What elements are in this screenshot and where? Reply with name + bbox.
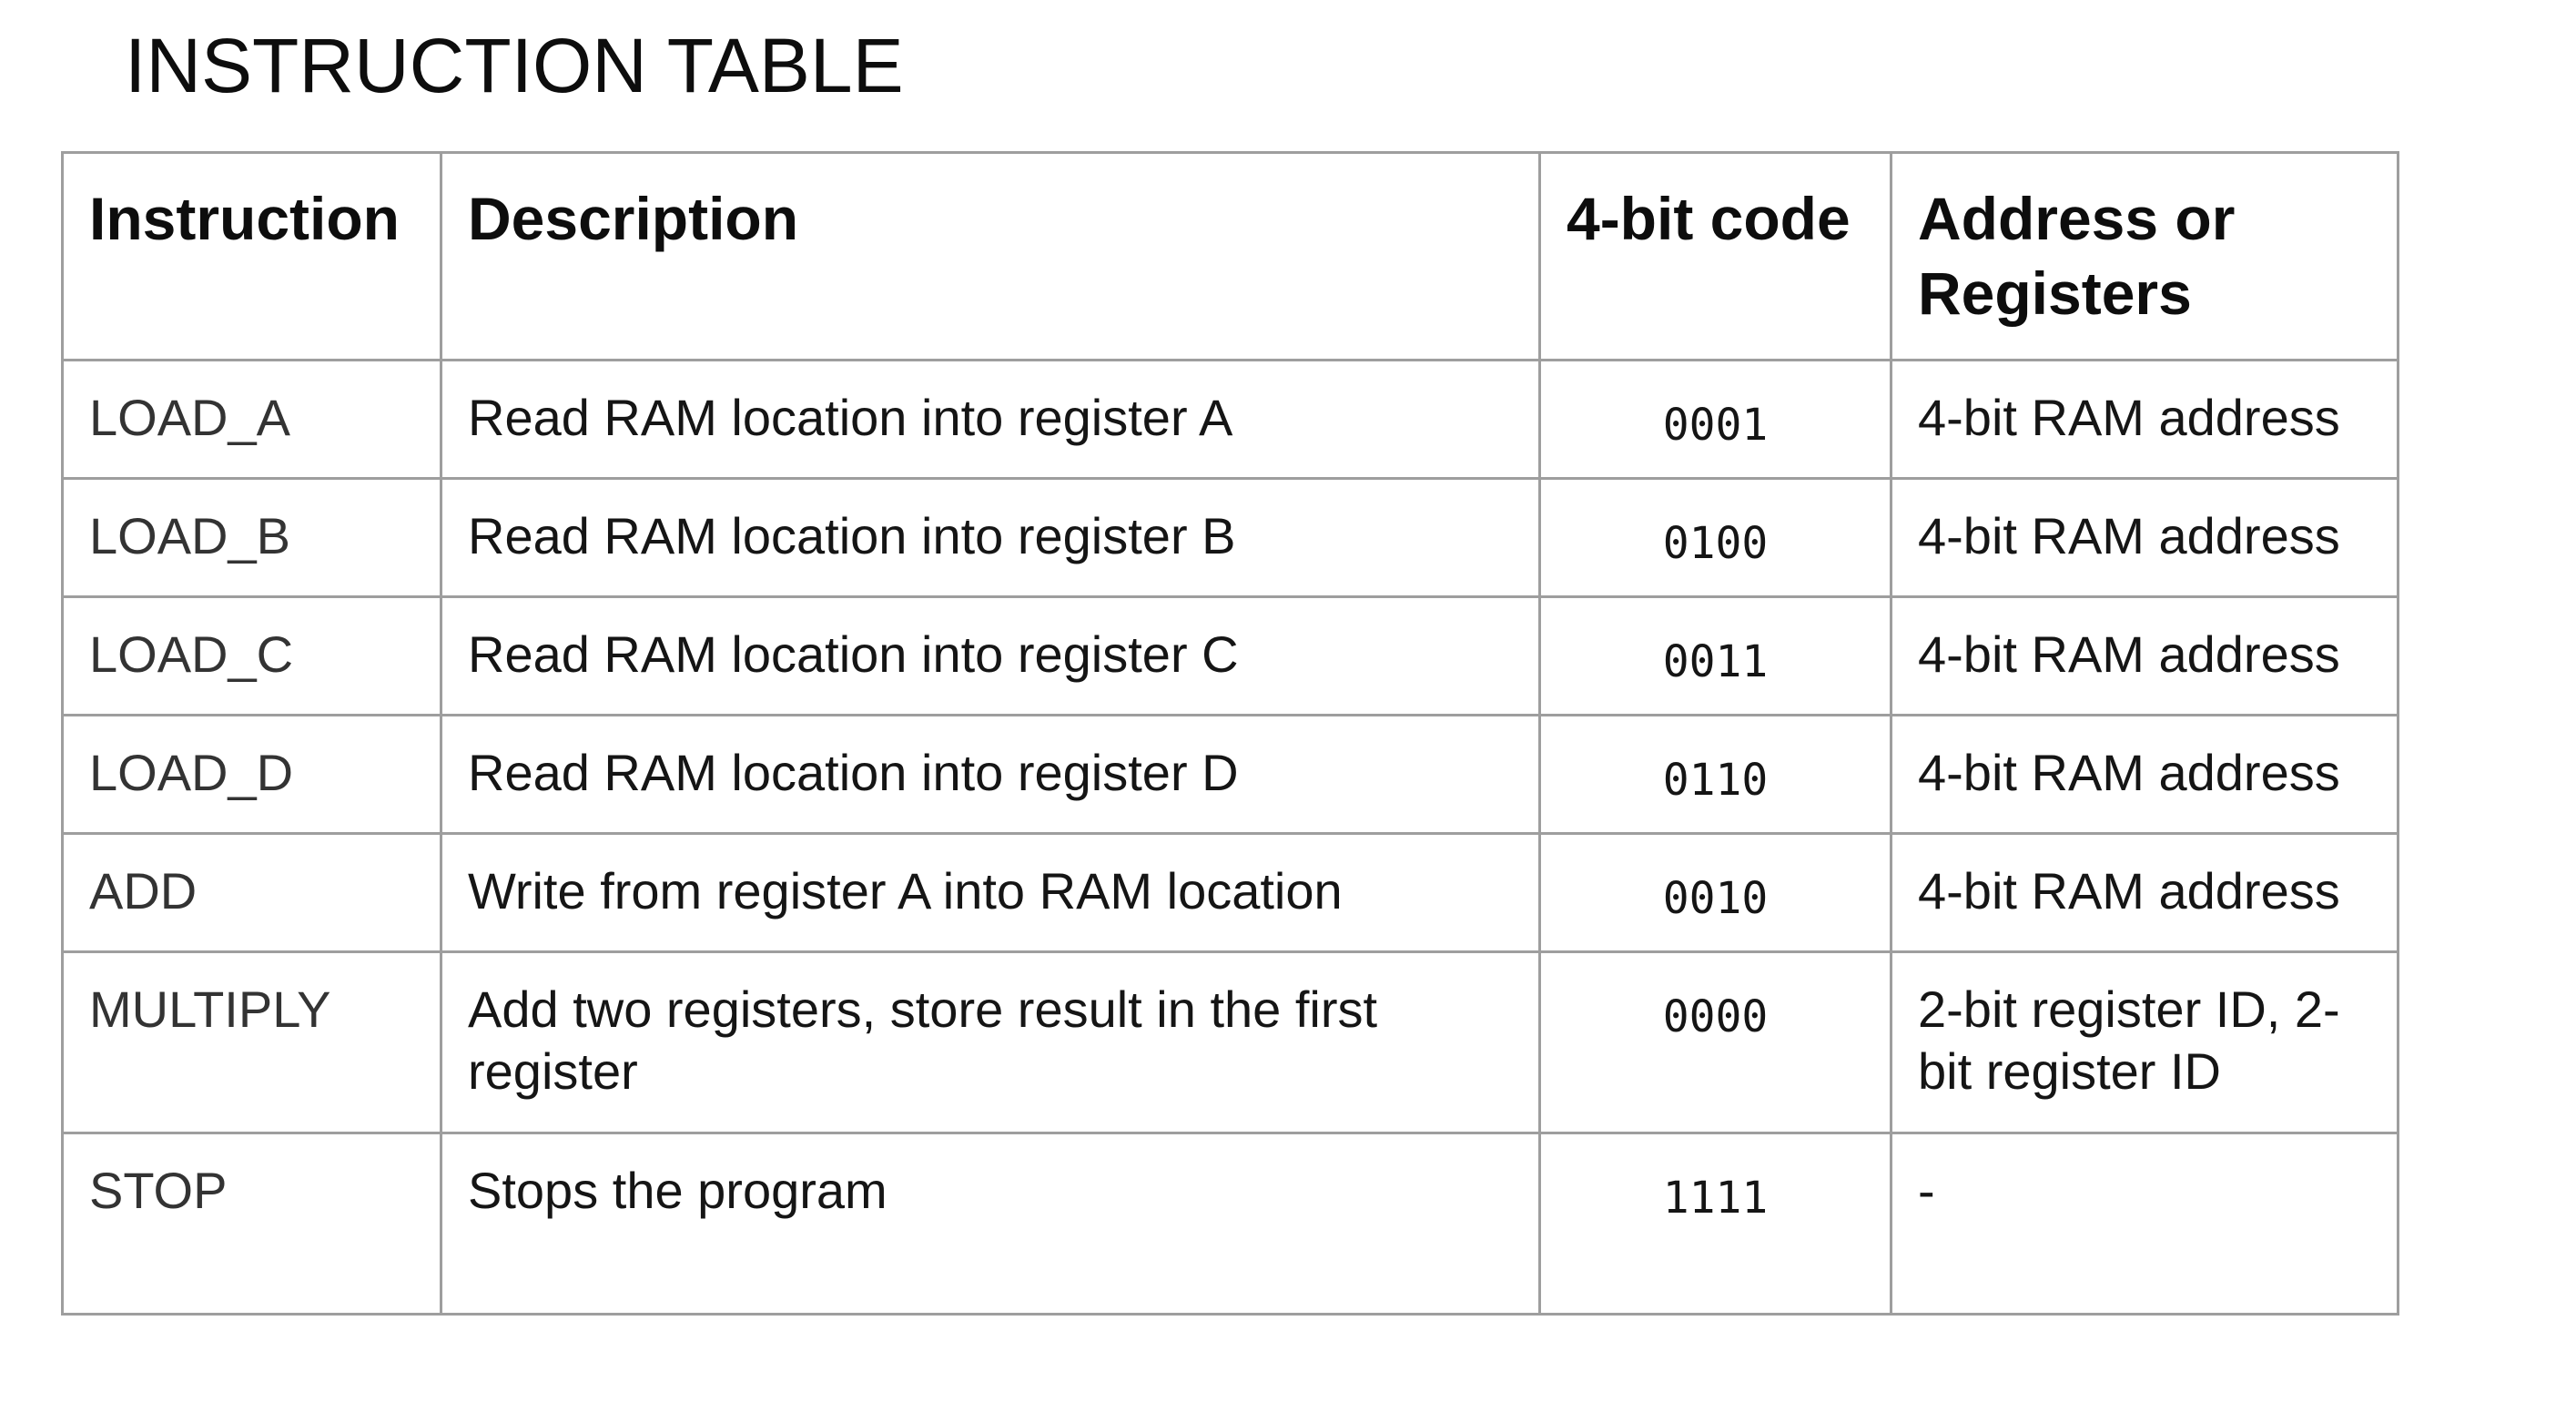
table-row: LOAD_A Read RAM location into register A… (61, 359, 2399, 480)
instruction-cell: LOAD_A (61, 359, 442, 480)
column-header-description: Description (440, 151, 1541, 361)
instruction-table: Instruction Description 4-bit code Addre… (61, 151, 2399, 1316)
description-cell: Write from register A into RAM location (440, 832, 1541, 953)
table-row: MULTIPLY Add two registers, store result… (61, 950, 2399, 1134)
description-cell: Read RAM location into register C (440, 595, 1541, 716)
table-row: LOAD_C Read RAM location into register C… (61, 595, 2399, 716)
description-cell: Stops the program (440, 1132, 1541, 1316)
table-header-row: Instruction Description 4-bit code Addre… (61, 151, 2399, 361)
column-header-instruction: Instruction (61, 151, 442, 361)
page-title: INSTRUCTION TABLE (125, 23, 904, 108)
operand-cell: 4-bit RAM address (1890, 714, 2399, 835)
code-cell: 0001 (1538, 359, 1892, 480)
table-row: LOAD_D Read RAM location into register D… (61, 714, 2399, 835)
instruction-cell: LOAD_D (61, 714, 442, 835)
description-cell: Read RAM location into register B (440, 477, 1541, 598)
code-cell: 0010 (1538, 832, 1892, 953)
table-row: ADD Write from register A into RAM locat… (61, 832, 2399, 953)
operand-cell: 4-bit RAM address (1890, 832, 2399, 953)
code-cell: 0100 (1538, 477, 1892, 598)
description-cell: Read RAM location into register A (440, 359, 1541, 480)
table-row: LOAD_B Read RAM location into register B… (61, 477, 2399, 598)
instruction-cell: LOAD_B (61, 477, 442, 598)
operand-cell: 4-bit RAM address (1890, 595, 2399, 716)
instruction-cell: LOAD_C (61, 595, 442, 716)
instruction-cell: MULTIPLY (61, 950, 442, 1134)
table-row: STOP Stops the program 1111 - (61, 1132, 2399, 1316)
column-header-code: 4-bit code (1538, 151, 1892, 361)
description-cell: Read RAM location into register D (440, 714, 1541, 835)
code-cell: 1111 (1538, 1132, 1892, 1316)
code-cell: 0110 (1538, 714, 1892, 835)
code-cell: 0000 (1538, 950, 1892, 1134)
instruction-cell: STOP (61, 1132, 442, 1316)
operand-cell: - (1890, 1132, 2399, 1316)
operand-cell: 4-bit RAM address (1890, 477, 2399, 598)
code-cell: 0011 (1538, 595, 1892, 716)
operand-cell: 4-bit RAM address (1890, 359, 2399, 480)
operand-cell: 2-bit register ID, 2-bit register ID (1890, 950, 2399, 1134)
instruction-cell: ADD (61, 832, 442, 953)
description-cell: Add two registers, store result in the f… (440, 950, 1541, 1134)
column-header-operand: Address or Registers (1890, 151, 2399, 361)
